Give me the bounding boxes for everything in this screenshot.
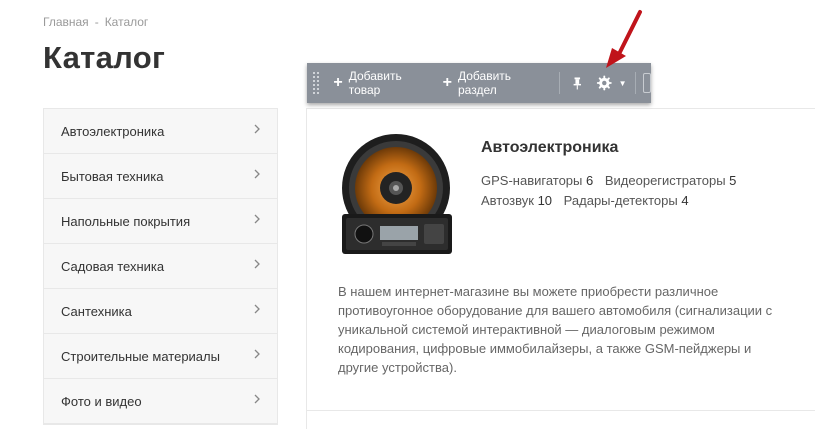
- toolbar-divider: [558, 72, 560, 94]
- subcategory-link[interactable]: GPS-навигаторы 6: [481, 171, 593, 191]
- add-section-button[interactable]: + Добавить раздел: [437, 63, 553, 103]
- add-product-button[interactable]: + Добавить товар: [327, 63, 436, 103]
- breadcrumb: Главная - Каталог: [43, 15, 148, 29]
- pin-icon[interactable]: [569, 74, 586, 92]
- sidebar-item-autoelectronics[interactable]: Автоэлектроника: [44, 109, 277, 154]
- divider: [306, 410, 815, 411]
- subcategory-link[interactable]: Автозвук 10: [481, 191, 552, 211]
- add-product-label: Добавить товар: [348, 69, 402, 97]
- sidebar-item-label: Строительные материалы: [61, 348, 220, 364]
- chevron-right-icon: [254, 349, 260, 359]
- sidebar-item-flooring[interactable]: Напольные покрытия: [44, 199, 277, 244]
- caret-down-icon[interactable]: ▼: [619, 79, 627, 88]
- subcategory-link[interactable]: Радары-детекторы 4: [564, 191, 689, 211]
- sidebar-item-label: Бытовая техника: [61, 168, 164, 184]
- sidebar-item-building-materials[interactable]: Строительные материалы: [44, 334, 277, 379]
- section-title-link[interactable]: Автоэлектроника: [481, 139, 618, 157]
- catalog-sidebar: Автоэлектроника Бытовая техника Напольны…: [43, 108, 278, 425]
- sidebar-item-label: Напольные покрытия: [61, 213, 191, 229]
- chevron-right-icon: [254, 394, 260, 404]
- sidebar-item-garden[interactable]: Садовая техника: [44, 244, 277, 289]
- sidebar-item-appliances[interactable]: Бытовая техника: [44, 154, 277, 199]
- subcategory-link[interactable]: Видеорегистраторы 5: [605, 171, 737, 191]
- sidebar-item-label: Садовая техника: [61, 258, 165, 274]
- chevron-right-icon: [254, 169, 260, 179]
- breadcrumb-home-link[interactable]: Главная: [43, 15, 89, 29]
- section-description: В нашем интернет-магазине вы можете прио…: [338, 284, 773, 375]
- sidebar-item-photo-video[interactable]: Фото и видео: [44, 379, 277, 424]
- plus-icon: +: [333, 74, 343, 91]
- subcategory-list: GPS-навигаторы 6 Видеорегистраторы 5 Авт…: [481, 171, 781, 211]
- chevron-right-icon: [254, 259, 260, 269]
- chevron-right-icon: [254, 124, 260, 134]
- breadcrumb-separator: -: [94, 15, 99, 29]
- sidebar-item-label: Фото и видео: [61, 393, 142, 409]
- chevron-right-icon: [254, 304, 260, 314]
- plus-icon: +: [442, 74, 452, 91]
- add-section-label: Добавить раздел: [458, 69, 512, 97]
- car-speaker-and-radio-image[interactable]: [332, 134, 460, 258]
- sidebar-item-label: Автоэлектроника: [61, 123, 165, 139]
- sidebar-item-plumbing[interactable]: Сантехника: [44, 289, 277, 334]
- breadcrumb-current: Каталог: [104, 15, 149, 29]
- annotation-arrow-icon: [606, 10, 642, 68]
- drag-handle-icon[interactable]: [312, 71, 320, 95]
- chevron-right-icon: [254, 214, 260, 224]
- page-title: Каталог: [43, 40, 166, 75]
- sidebar-item-label: Сантехника: [61, 303, 132, 319]
